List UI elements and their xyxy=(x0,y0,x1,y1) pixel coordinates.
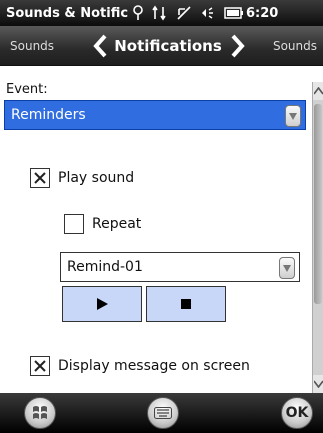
start-button[interactable] xyxy=(24,397,56,429)
event-dropdown[interactable]: Reminders xyxy=(4,100,306,130)
play-sound-checkbox[interactable] xyxy=(30,168,50,188)
windows-logo-icon xyxy=(33,406,47,419)
bottom-bar: OK xyxy=(0,393,323,433)
phone-icon xyxy=(176,5,192,21)
display-message-label: Display message on screen xyxy=(58,358,250,374)
stop-icon xyxy=(181,299,191,309)
dropdown-arrow-icon[interactable] xyxy=(285,105,301,127)
vertical-scrollbar[interactable] xyxy=(312,82,323,393)
display-message-checkbox[interactable] xyxy=(30,356,50,376)
prev-tab-label[interactable]: Sounds xyxy=(10,39,54,53)
play-sound-label: Play sound xyxy=(58,170,135,186)
settings-panel: Event: Reminders Play sound Repeat Remin… xyxy=(0,66,323,393)
chevron-left-icon[interactable] xyxy=(92,34,108,62)
event-dropdown-value: Reminders xyxy=(11,107,86,123)
next-tab-label[interactable]: Sounds xyxy=(273,39,317,53)
play-button[interactable] xyxy=(62,286,142,322)
display-message-option[interactable]: Display message on screen xyxy=(30,356,250,376)
scroll-up-icon[interactable] xyxy=(313,82,323,100)
ok-button[interactable]: OK xyxy=(281,397,313,429)
scroll-down-icon[interactable] xyxy=(313,375,323,393)
keyboard-icon xyxy=(154,407,172,419)
battery-icon xyxy=(224,6,244,20)
repeat-checkbox[interactable] xyxy=(64,214,84,234)
play-icon xyxy=(97,298,108,310)
play-sound-option[interactable]: Play sound xyxy=(30,168,134,188)
sound-dropdown[interactable]: Remind-01 xyxy=(60,252,300,282)
tab-navigation: Sounds Notifications Sounds xyxy=(0,26,323,66)
event-label: Event: xyxy=(6,82,48,97)
repeat-option[interactable]: Repeat xyxy=(64,214,141,234)
app-title: Sounds & Notificat xyxy=(6,5,128,21)
repeat-label: Repeat xyxy=(92,216,142,232)
current-tab-title: Notifications xyxy=(114,36,222,55)
status-icons xyxy=(132,5,244,21)
title-bar: Sounds & Notificat 6:20 xyxy=(0,0,323,26)
stop-button[interactable] xyxy=(146,286,226,322)
sound-dropdown-value: Remind-01 xyxy=(67,259,143,275)
signal-icon xyxy=(132,5,144,21)
data-arrows-icon xyxy=(152,5,168,21)
clock: 6:20 xyxy=(246,5,279,21)
chevron-right-icon[interactable] xyxy=(230,34,246,62)
dropdown-arrow-icon[interactable] xyxy=(279,257,295,279)
keyboard-button[interactable] xyxy=(147,397,179,429)
scroll-thumb[interactable] xyxy=(314,104,322,304)
speaker-icon xyxy=(200,5,216,21)
